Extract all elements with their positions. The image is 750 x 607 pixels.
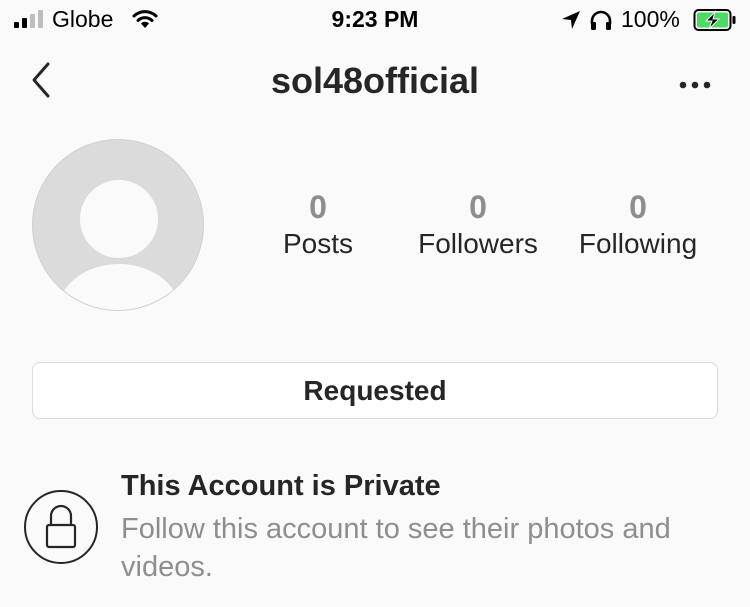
battery-percent: 100% <box>621 6 680 32</box>
location-arrow-icon <box>560 9 582 36</box>
lock-icon <box>24 490 98 564</box>
back-button[interactable] <box>26 60 58 100</box>
posts-count: 0 Posts <box>258 188 378 262</box>
headphones-icon <box>589 9 613 36</box>
followers-value: 0 <box>469 189 487 225</box>
status-bar: Globe 9:23 PM 100% <box>0 0 750 40</box>
more-horizontal-icon <box>679 81 711 89</box>
battery-charging-icon <box>693 8 737 37</box>
requested-button[interactable]: Requested <box>32 362 718 419</box>
chevron-left-icon <box>32 62 50 98</box>
following-label: Following <box>578 228 698 259</box>
wifi-icon <box>132 8 158 35</box>
profile-username: sol48official <box>270 60 480 101</box>
cellular-signal-icon <box>14 10 43 28</box>
carrier-name: Globe <box>52 6 114 32</box>
default-avatar-icon <box>80 180 158 258</box>
followers-label: Followers <box>418 228 538 259</box>
more-options-button[interactable] <box>672 70 718 100</box>
followers-count[interactable]: 0 Followers <box>402 188 554 262</box>
posts-label: Posts <box>282 228 354 259</box>
following-count[interactable]: 0 Following <box>560 188 716 262</box>
private-account-title: This Account is Private <box>121 470 441 502</box>
private-account-description: Follow this account to see their photos … <box>121 513 671 583</box>
posts-value: 0 <box>309 189 327 225</box>
profile-avatar[interactable] <box>32 139 204 311</box>
following-value: 0 <box>629 189 647 225</box>
